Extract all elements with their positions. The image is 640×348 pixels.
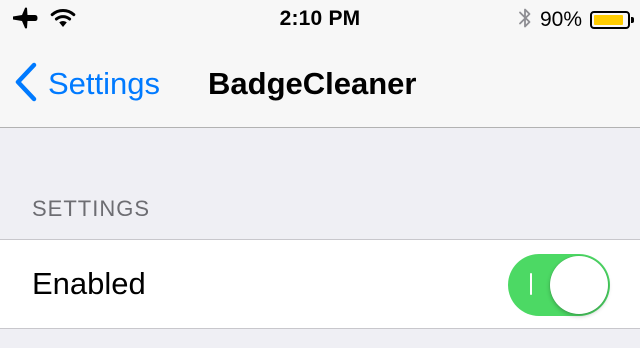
enabled-toggle[interactable] [508,254,610,316]
settings-group: Enabled [0,239,640,329]
battery-icon [590,11,634,29]
battery-percent: 90% [539,8,582,31]
bluetooth-icon [518,6,532,35]
section-header: SETTINGS [32,196,151,221]
enabled-label: Enabled [32,266,146,301]
back-button[interactable]: Settings [14,40,160,128]
navigation-bar: Settings BadgeCleaner [0,40,640,128]
page-title: BadgeCleaner [208,66,417,101]
battery-level-fill [594,15,623,25]
battery-nub [631,17,634,23]
chevron-left-icon [14,62,38,107]
toggle-knob [550,256,608,314]
status-right-icons: 90% [518,6,634,35]
status-bar: 2:10 PM 90% [0,0,640,40]
toggle-on-mark [530,273,532,295]
back-button-label: Settings [48,66,161,101]
